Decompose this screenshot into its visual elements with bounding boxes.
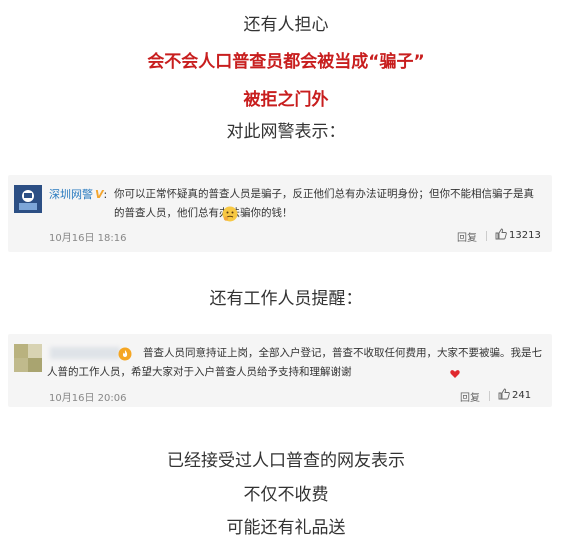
heart-icon (354, 367, 460, 386)
comment-text: 普查人员同意持证上岗，全部入户登记，普查不收取任何费用，大家不要被骗。我是七人普… (47, 344, 547, 386)
comment-header: 深圳网警 V: (49, 188, 108, 201)
like-count: 13213 (509, 230, 541, 241)
divider (486, 231, 487, 241)
reply-button[interactable]: 回复 (460, 389, 480, 404)
reply-button[interactable]: 回复 (457, 229, 477, 244)
outro-line-1: 已经接受过人口普查的网友表示 (167, 451, 405, 471)
comment-time: 10月16日 20:06 (49, 393, 127, 404)
avatar[interactable] (14, 185, 42, 213)
divider (489, 391, 490, 401)
thinking-face-icon (222, 206, 238, 226)
middle-line: 还有工作人员提醒： (209, 289, 363, 309)
comment-text: 你可以正常怀疑真的普查人员是骗子，反正他们总有办法证明身份；但你不能相信骗子是真… (114, 188, 534, 219)
outro-line-2: 不仅不收费 (243, 485, 329, 505)
avatar[interactable] (14, 344, 42, 372)
verified-icon: V (95, 188, 104, 201)
comment-card-1: 深圳网警 V: 你可以正常怀疑真的普查人员是骗子，反正他们总有办法证明身份；但你不… (8, 175, 552, 252)
thumbs-up-icon (495, 228, 507, 240)
intro-line-3: 被拒之门外 (243, 90, 329, 110)
intro-line-4: 对此网警表示： (226, 122, 346, 142)
outro-line-3: 可能还有礼品送 (226, 518, 346, 538)
comment-card-2: 普查人员同意持证上岗，全部入户登记，普查不收取任何费用，大家不要被骗。我是七人普… (8, 334, 552, 407)
like-count: 241 (512, 390, 532, 401)
intro-line-1: 还有人担心 (243, 15, 329, 35)
like-button[interactable]: 241 (498, 388, 531, 401)
thumbs-up-icon (498, 388, 510, 400)
like-button[interactable]: 13213 (495, 228, 541, 241)
user-name[interactable]: 深圳网警 (49, 188, 93, 201)
intro-line-2: 会不会人口普查员都会被当成“骗子” (147, 52, 425, 72)
comment-time: 10月16日 18:16 (49, 233, 127, 244)
